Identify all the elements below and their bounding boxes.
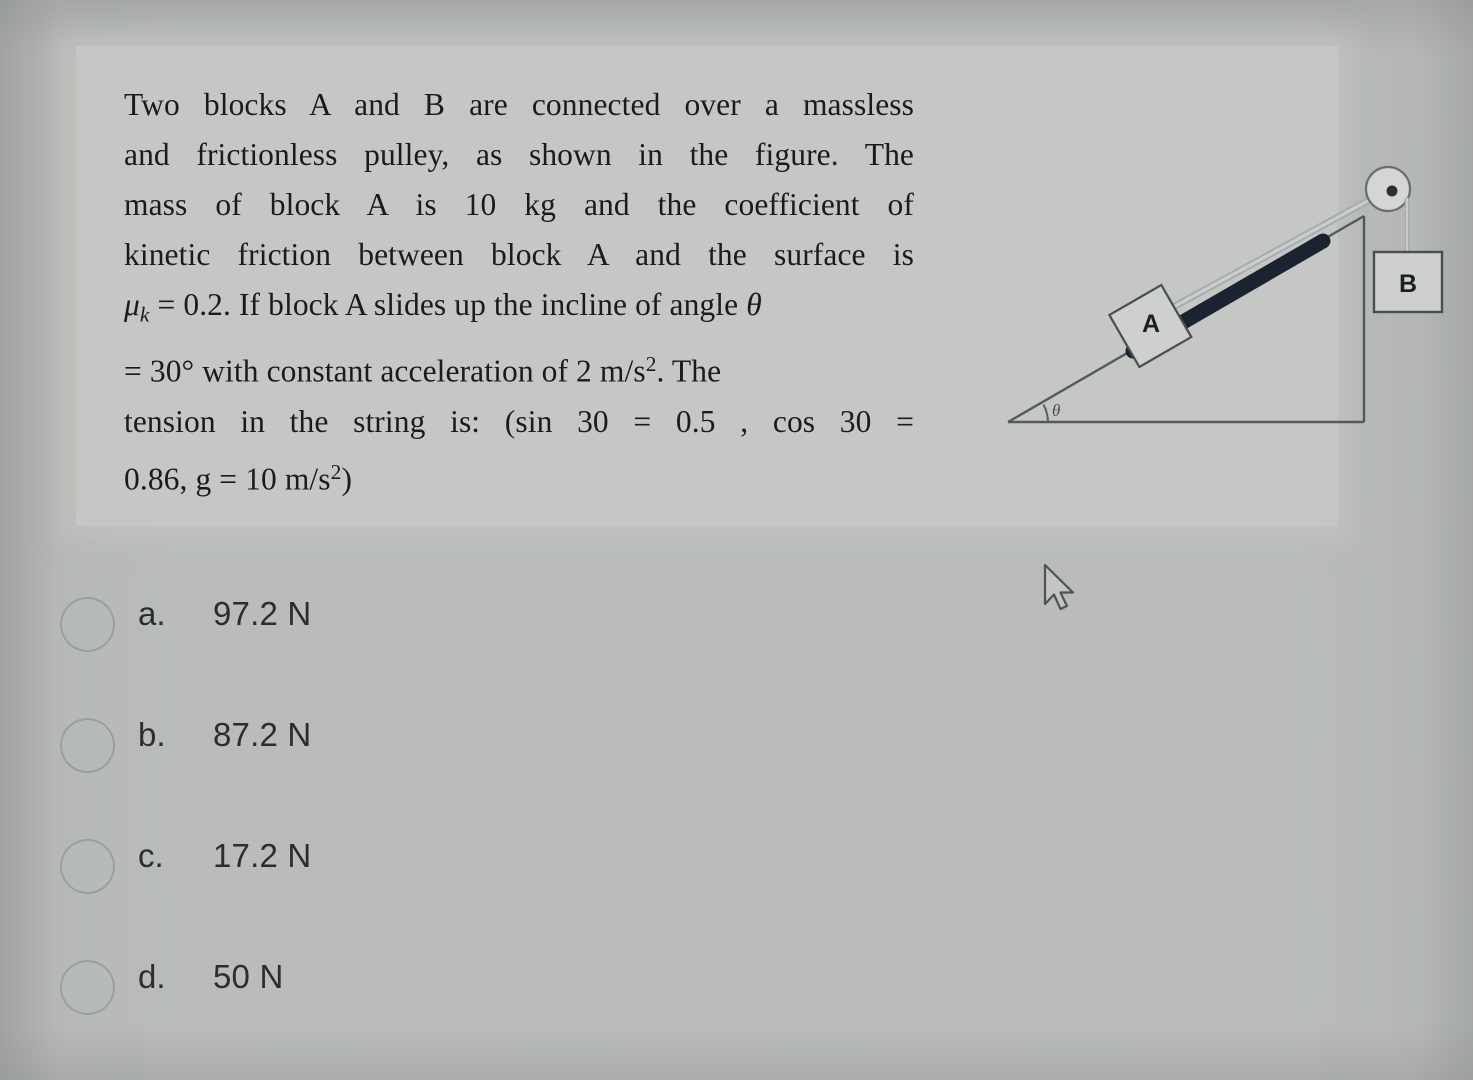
option-value-b: 87.2 N	[213, 716, 312, 753]
page-root: Two blocks A and B are connected over a …	[0, 0, 1473, 1080]
question-line-5: μk = 0.2. If block A slides up the incli…	[124, 280, 914, 339]
radio-button-a[interactable]	[60, 597, 115, 652]
option-row-b[interactable]: b. 87.2 N	[0, 696, 700, 817]
option-value-d: 50 N	[213, 958, 284, 995]
question-line-1: Two blocks A and B are connected over a …	[124, 87, 914, 122]
answer-options-list: a. 97.2 N b. 87.2 N c. 17.2 N d. 50 N	[0, 575, 700, 1059]
radio-button-c[interactable]	[60, 839, 115, 894]
block-b-label: B	[1399, 270, 1417, 298]
string-incline-inner	[1164, 190, 1386, 313]
angle-arc	[1042, 404, 1049, 423]
question-line-8: 0.86, g = 10 m/s2)	[124, 447, 914, 504]
radio-button-d[interactable]	[60, 960, 115, 1015]
mouse-cursor-arrow-icon	[1043, 563, 1081, 615]
radio-button-b[interactable]	[60, 718, 115, 773]
question-line-8-exponent: 2	[330, 459, 342, 484]
question-statement: Two blocks A and B are connected over a …	[124, 80, 914, 504]
option-letter-b: b.	[138, 716, 166, 753]
question-line-5-text: = 0.2. If block A slides up the incline …	[149, 287, 747, 322]
pulley-axle	[1386, 185, 1398, 197]
inclined-plane-figure: θ A B	[996, 154, 1473, 454]
option-row-d[interactable]: d. 50 N	[0, 938, 700, 1059]
mu-symbol: μ	[124, 287, 140, 322]
option-letter-a: a.	[138, 595, 166, 632]
question-line-2: and frictionless pulley, as shown in the…	[124, 137, 914, 172]
question-line-4: kinetic friction between block A and the…	[124, 237, 914, 272]
option-value-a: 97.2 N	[213, 595, 312, 632]
question-line-8-b: )	[341, 460, 353, 496]
option-letter-d: d.	[138, 958, 166, 995]
question-line-7: tension in the string is: (sin 30 = 0.5 …	[124, 403, 914, 439]
mu-subscript-k: k	[139, 302, 150, 327]
question-card: Two blocks A and B are connected over a …	[76, 46, 1444, 526]
question-line-6-b: . The	[656, 353, 722, 389]
question-line-6-exponent: 2	[645, 352, 657, 377]
theta-symbol: θ	[746, 287, 762, 322]
question-line-6: = 30° with constant acceleration of 2 m/…	[124, 339, 914, 396]
angle-theta-label: θ	[1052, 401, 1060, 420]
block-a-label: A	[1142, 310, 1160, 338]
question-line-8-a: 0.86, g = 10 m/s	[124, 460, 331, 496]
option-row-c[interactable]: c. 17.2 N	[0, 817, 700, 938]
option-row-a[interactable]: a. 97.2 N	[0, 575, 700, 696]
option-letter-c: c.	[138, 837, 164, 874]
question-line-6-a: = 30° with constant acceleration of 2 m/…	[124, 353, 646, 389]
option-value-c: 17.2 N	[213, 837, 312, 874]
question-line-3: mass of block A is 10 kg and the coeffic…	[124, 187, 914, 222]
